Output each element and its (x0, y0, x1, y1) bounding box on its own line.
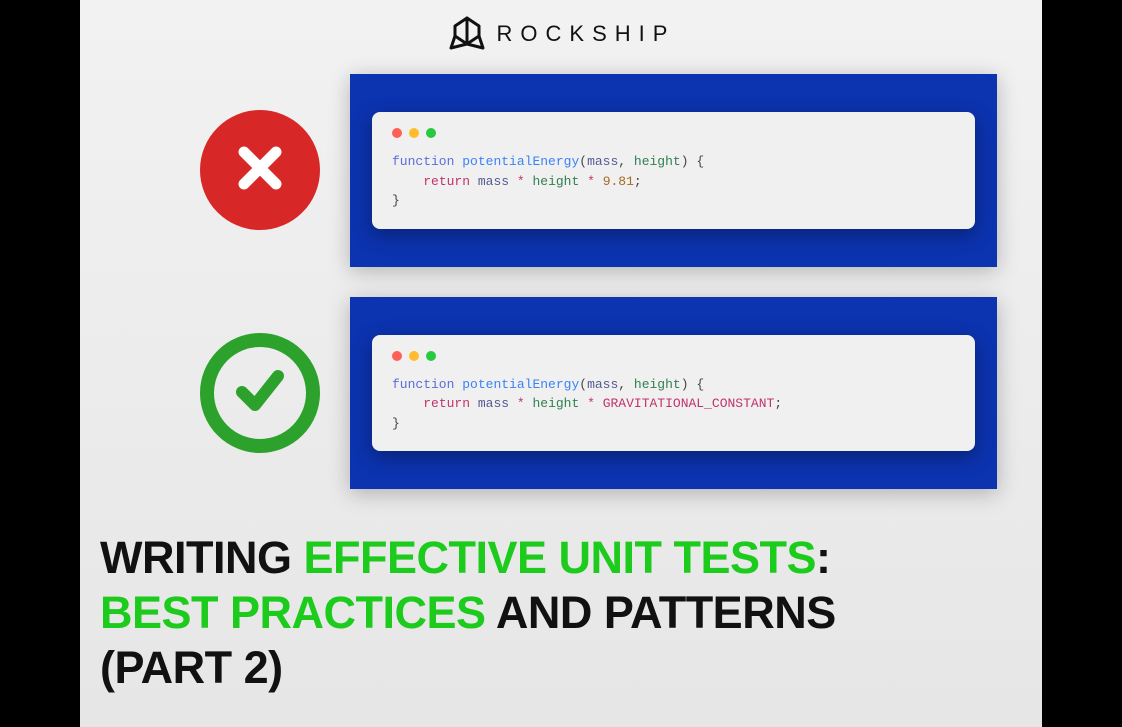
code-line: return mass * height * 9.81; (392, 172, 955, 192)
code-line: function potentialEnergy(mass, height) { (392, 375, 955, 395)
bad-status-circle (200, 110, 320, 230)
good-code-panel: function potentialEnergy(mass, height) {… (350, 297, 997, 490)
window-maximize-icon (426, 128, 436, 138)
window-minimize-icon (409, 351, 419, 361)
rockship-logo-icon (447, 14, 487, 54)
check-icon (230, 360, 290, 425)
code-line: } (392, 414, 955, 434)
code-line: } (392, 191, 955, 211)
window-close-icon (392, 351, 402, 361)
window-controls (392, 351, 955, 361)
window-controls (392, 128, 955, 138)
code-line: return mass * height * GRAVITATIONAL_CON… (392, 394, 955, 414)
logo-text: ROCKSHIP (497, 21, 676, 47)
bad-code-window: function potentialEnergy(mass, height) {… (372, 112, 975, 229)
window-close-icon (392, 128, 402, 138)
title-line-3: (PART 2) (100, 641, 1022, 696)
document-page: ROCKSHIP function potentialEnergy(mass, … (80, 0, 1042, 727)
good-code-window: function potentialEnergy(mass, height) {… (372, 335, 975, 452)
bad-code-panel: function potentialEnergy(mass, height) {… (350, 74, 997, 267)
logo-header: ROCKSHIP (80, 14, 1042, 54)
window-maximize-icon (426, 351, 436, 361)
good-status-circle (200, 333, 320, 453)
good-example-block: function potentialEnergy(mass, height) {… (80, 297, 1042, 490)
title-line-2: BEST PRACTICES AND PATTERNS (100, 586, 1022, 641)
code-line: function potentialEnergy(mass, height) { (392, 152, 955, 172)
cross-icon (234, 142, 286, 199)
window-minimize-icon (409, 128, 419, 138)
article-title: WRITING EFFECTIVE UNIT TESTS: BEST PRACT… (80, 519, 1042, 696)
bad-example-block: function potentialEnergy(mass, height) {… (80, 74, 1042, 267)
good-code-content: function potentialEnergy(mass, height) {… (392, 375, 955, 434)
bad-code-content: function potentialEnergy(mass, height) {… (392, 152, 955, 211)
title-line-1: WRITING EFFECTIVE UNIT TESTS: (100, 531, 1022, 586)
